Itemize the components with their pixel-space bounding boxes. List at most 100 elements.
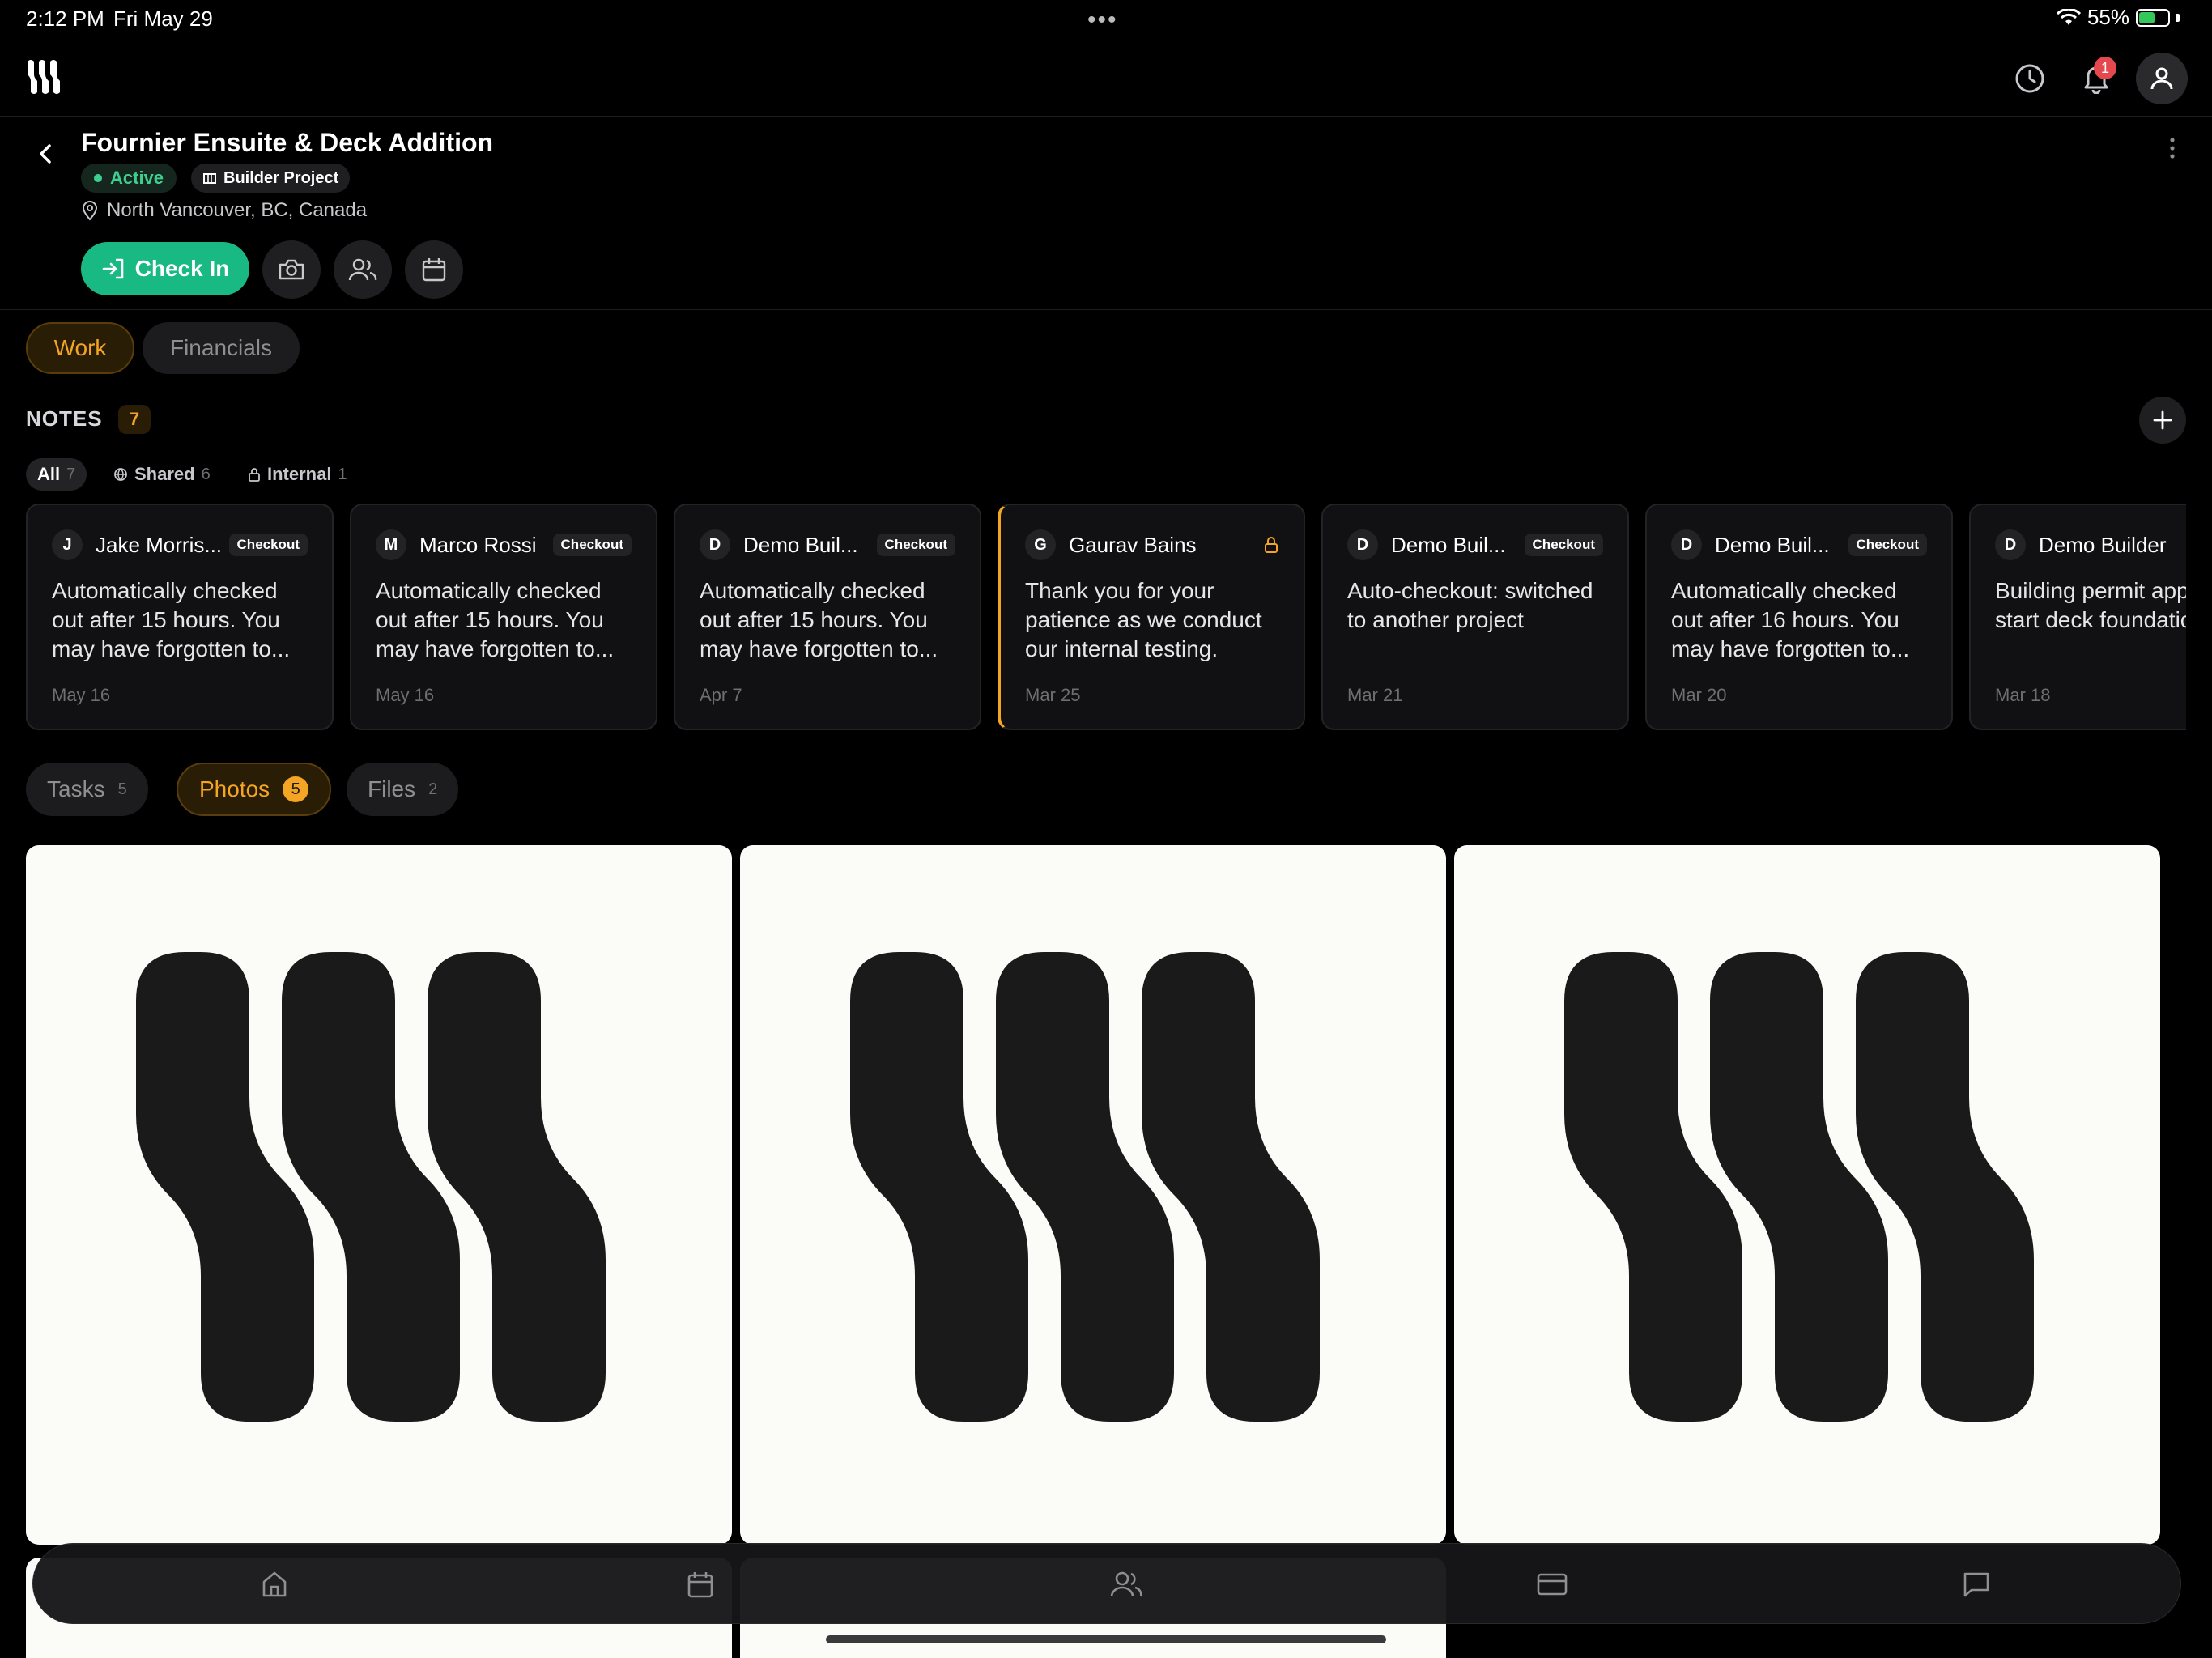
note-date: Apr 7 bbox=[700, 685, 742, 705]
note-author: Jake Morris... bbox=[96, 532, 223, 557]
team-button[interactable] bbox=[334, 240, 392, 299]
status-dot-icon bbox=[94, 174, 102, 182]
chevron-left-icon bbox=[40, 144, 51, 164]
note-card[interactable]: D Demo Buil... Checkout Automatically ch… bbox=[674, 504, 981, 730]
add-note-button[interactable] bbox=[2139, 397, 2186, 444]
battery-icon bbox=[2136, 8, 2170, 27]
app-logo-icon[interactable] bbox=[24, 58, 65, 100]
tab-work[interactable]: Work bbox=[26, 322, 134, 374]
project-type-label: Builder Project bbox=[223, 168, 339, 187]
note-tag: Checkout bbox=[228, 534, 308, 556]
check-in-label: Check In bbox=[134, 256, 230, 281]
home-icon bbox=[262, 1571, 287, 1597]
author-avatar: D bbox=[1671, 529, 1702, 560]
status-date: Fri May 29 bbox=[113, 6, 213, 31]
note-author: Demo Buil... bbox=[1715, 532, 1830, 557]
calendar-icon bbox=[422, 258, 446, 282]
note-date: May 16 bbox=[52, 685, 111, 705]
note-body: Automatically checked out after 15 hours… bbox=[52, 578, 291, 661]
building-icon bbox=[203, 173, 216, 184]
notes-filter-all[interactable]: All 7 bbox=[26, 458, 87, 491]
tab-label: Files bbox=[368, 776, 416, 801]
status-indicators: 55% bbox=[2056, 5, 2180, 30]
clock-icon bbox=[2015, 64, 2044, 93]
note-author: Demo Buil... bbox=[1391, 532, 1506, 557]
brand-logo-image bbox=[1564, 952, 2034, 1422]
note-body: Auto-checkout: switched to another proje… bbox=[1347, 578, 1593, 632]
tab-tasks[interactable]: Tasks 5 bbox=[26, 763, 148, 816]
filter-label: Shared bbox=[134, 464, 195, 484]
more-options-button[interactable] bbox=[2160, 136, 2184, 160]
profile-button[interactable] bbox=[2136, 53, 2188, 104]
author-avatar: J bbox=[52, 529, 83, 560]
battery-percent: 55% bbox=[2087, 5, 2129, 29]
multitasking-dots-icon[interactable]: ••• bbox=[1087, 6, 1118, 34]
notes-filter-internal[interactable]: Internal 1 bbox=[236, 458, 359, 491]
nav-billing[interactable] bbox=[1533, 1565, 1572, 1604]
author-avatar: D bbox=[700, 529, 730, 560]
history-button[interactable] bbox=[2006, 55, 2053, 102]
tab-financials[interactable]: Financials bbox=[143, 322, 300, 374]
note-author: Gaurav Bains bbox=[1069, 532, 1197, 557]
nav-calendar[interactable] bbox=[681, 1565, 720, 1604]
note-card[interactable]: D Demo Buil... Checkout Auto-checkout: s… bbox=[1321, 504, 1629, 730]
check-in-button[interactable]: Check In bbox=[81, 242, 249, 295]
notifications-button[interactable]: 1 bbox=[2073, 55, 2120, 102]
lock-icon bbox=[1265, 537, 1278, 553]
author-avatar: D bbox=[1347, 529, 1378, 560]
back-button[interactable] bbox=[29, 138, 62, 170]
bottom-navigation bbox=[32, 1543, 2181, 1624]
note-card[interactable]: D Demo Buil... Checkout Automatically ch… bbox=[1645, 504, 1953, 730]
note-date: Mar 20 bbox=[1671, 685, 1727, 705]
note-body: Thank you for your patience as we conduc… bbox=[1025, 578, 1262, 661]
note-tag: Checkout bbox=[1848, 534, 1927, 556]
note-card[interactable]: J Jake Morris... Checkout Automatically … bbox=[26, 504, 334, 730]
brand-logo-image bbox=[136, 952, 606, 1422]
filter-count: 7 bbox=[66, 465, 76, 483]
notes-count-badge: 7 bbox=[118, 405, 151, 434]
filter-label: All bbox=[37, 464, 61, 484]
nav-messages[interactable] bbox=[1957, 1565, 1996, 1604]
schedule-button[interactable] bbox=[405, 240, 463, 299]
notes-filter-shared[interactable]: Shared 6 bbox=[102, 458, 222, 491]
wifi-icon bbox=[2056, 8, 2081, 25]
nav-team[interactable] bbox=[1107, 1565, 1146, 1604]
note-date: Mar 21 bbox=[1347, 685, 1403, 705]
tab-files[interactable]: Files 2 bbox=[347, 763, 459, 816]
tab-count: 5 bbox=[283, 776, 309, 802]
log-in-icon bbox=[102, 258, 123, 279]
note-author: Marco Rossi bbox=[419, 532, 537, 557]
user-icon bbox=[2150, 67, 2173, 90]
app-header: 1 bbox=[0, 40, 2212, 117]
team-icon bbox=[1110, 1571, 1142, 1597]
notes-list[interactable]: J Jake Morris... Checkout Automatically … bbox=[26, 504, 2186, 732]
note-date: Mar 25 bbox=[1025, 685, 1081, 705]
note-body: Automatically checked out after 16 hours… bbox=[1671, 578, 1910, 661]
brand-logo-image bbox=[850, 952, 1320, 1422]
lock-icon bbox=[249, 468, 260, 482]
home-indicator[interactable] bbox=[826, 1635, 1386, 1643]
photo-thumbnail[interactable] bbox=[26, 845, 732, 1545]
note-card-internal[interactable]: G Gaurav Bains Thank you for your patien… bbox=[998, 504, 1305, 730]
note-body: Automatically checked out after 15 hours… bbox=[376, 578, 615, 661]
camera-button[interactable] bbox=[262, 240, 321, 299]
tab-count: 2 bbox=[428, 780, 438, 798]
photo-thumbnail[interactable] bbox=[1454, 845, 2160, 1545]
note-card[interactable]: M Marco Rossi Checkout Automatically che… bbox=[350, 504, 657, 730]
note-author: Demo Buil... bbox=[743, 532, 858, 557]
photo-thumbnail[interactable] bbox=[740, 845, 1446, 1545]
filter-count: 1 bbox=[338, 465, 347, 483]
note-date: May 16 bbox=[376, 685, 435, 705]
messages-icon bbox=[1963, 1572, 1989, 1597]
nav-home[interactable] bbox=[255, 1565, 294, 1604]
tab-label: Tasks bbox=[47, 776, 105, 801]
note-card[interactable]: D Demo Builder Building permit approved.… bbox=[1969, 504, 2186, 730]
tab-photos[interactable]: Photos 5 bbox=[177, 763, 332, 816]
notes-section-title: NOTES bbox=[26, 406, 103, 431]
billing-icon bbox=[1537, 1573, 1568, 1596]
project-title: Fournier Ensuite & Deck Addition bbox=[81, 128, 494, 157]
note-author: Demo Builder bbox=[2039, 532, 2167, 557]
section-divider bbox=[0, 309, 2212, 310]
status-bar: 2:12 PM Fri May 29 ••• 55% bbox=[0, 0, 2212, 40]
note-tag: Checkout bbox=[1524, 534, 1603, 556]
